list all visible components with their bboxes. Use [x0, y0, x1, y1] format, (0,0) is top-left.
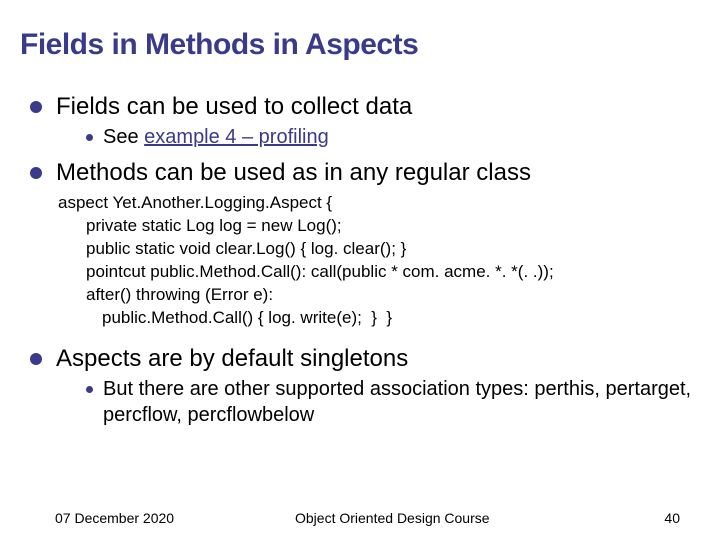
code-block: aspect Yet.Another.Logging.Aspect { priv… — [30, 192, 700, 330]
slide-footer: 07 December 2020 Object Oriented Design … — [0, 510, 720, 526]
example-link[interactable]: example 4 – profiling — [144, 126, 329, 148]
code-line: private static Log log = new Log(); — [58, 215, 700, 238]
code-line: public.Method.Call() { log. write(e); } … — [58, 307, 700, 330]
code-line: aspect Yet.Another.Logging.Aspect { — [58, 192, 700, 215]
footer-page-number: 40 — [620, 510, 680, 526]
bullet-disc-icon — [30, 353, 42, 365]
bullet-2: Methods can be used as in any regular cl… — [30, 158, 700, 188]
slide-title: Fields in Methods in Aspects — [20, 28, 700, 62]
code-line: after() throwing (Error e): — [58, 284, 700, 307]
bullet-3-sub-text: But there are other supported associatio… — [103, 376, 700, 428]
bullet-2-text: Methods can be used as in any regular cl… — [56, 158, 531, 188]
bullet-3-sub: But there are other supported associatio… — [30, 376, 700, 428]
bullet-1: Fields can be used to collect data — [30, 92, 700, 122]
code-line: public static void clear.Log() { log. cl… — [58, 238, 700, 261]
bullet-3: Aspects are by default singletons — [30, 344, 700, 374]
code-line: pointcut public.Method.Call(): call(publ… — [58, 261, 700, 284]
footer-date: 07 December 2020 — [55, 510, 255, 526]
slide-content: Fields can be used to collect data See e… — [20, 92, 700, 428]
bullet-1-text: Fields can be used to collect data — [56, 92, 412, 122]
bullet-3-text: Aspects are by default singletons — [56, 344, 408, 374]
sub-prefix: See — [103, 126, 144, 148]
bullet-disc-icon — [30, 101, 42, 113]
bullet-disc-icon — [30, 167, 42, 179]
bullet-1-sub: See example 4 – profiling — [30, 124, 700, 150]
sub-dot-icon — [86, 134, 93, 141]
bullet-1-sub-text: See example 4 – profiling — [103, 124, 329, 150]
sub-dot-icon — [86, 386, 93, 393]
footer-course: Object Oriented Design Course — [255, 510, 620, 526]
